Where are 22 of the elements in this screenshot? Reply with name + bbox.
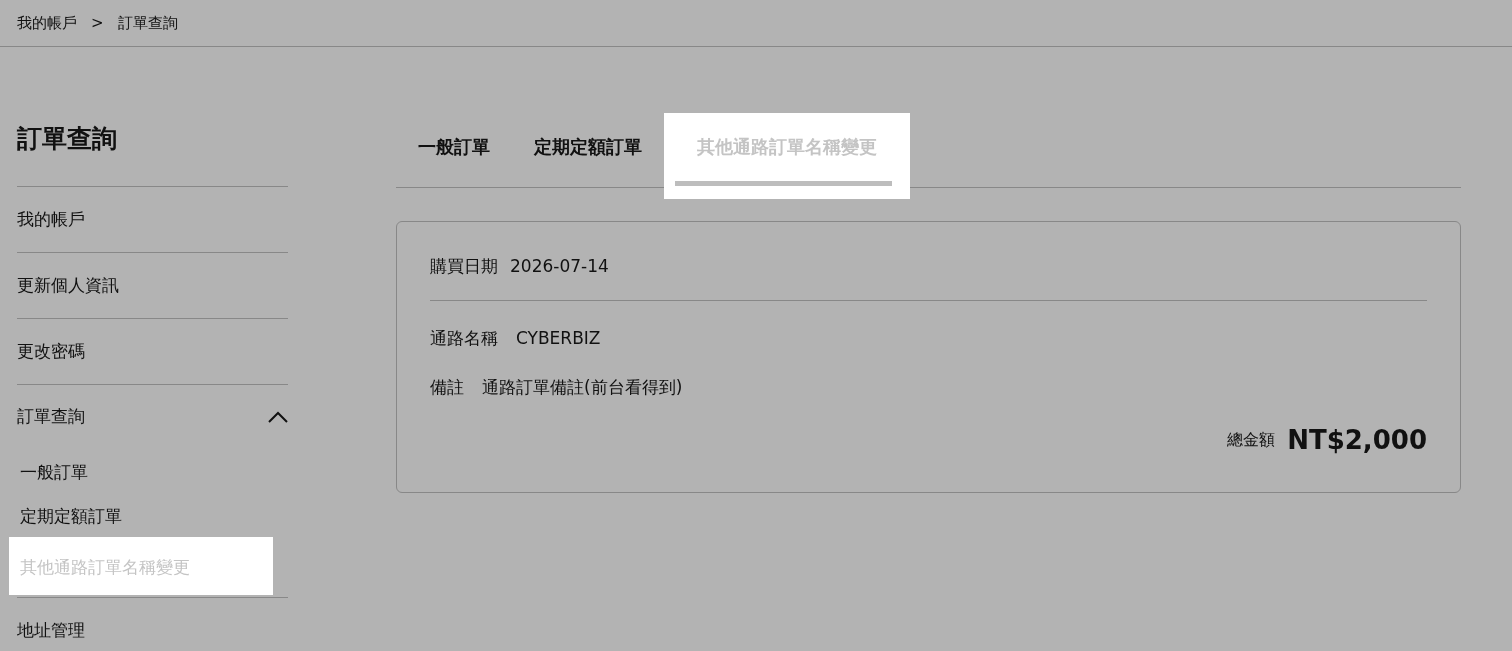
field-label: 通路名稱 <box>430 326 498 350</box>
sidebar-item[interactable]: 我的帳戶 <box>17 206 85 233</box>
sidebar-title: 訂單查詢 <box>17 110 288 187</box>
sidebar-subitem[interactable]: 一般訂單 <box>9 449 273 493</box>
field-value: 通路訂單備註(前台看得到) <box>482 376 683 399</box>
sidebar-subitem[interactable]: 定期定額訂單 <box>9 493 273 537</box>
field-value: 2026-07-14 <box>510 255 609 278</box>
field-value: CYBERBIZ <box>516 326 601 350</box>
field-label: 購買日期 <box>430 255 498 278</box>
total-amount: NT$2,000 <box>1287 423 1427 457</box>
sidebar-item[interactable]: 訂單查詢 <box>17 404 85 430</box>
breadcrumb-link[interactable]: 訂單查詢 <box>117 11 178 35</box>
sidebar-item[interactable]: 地址管理 <box>17 617 85 644</box>
tab[interactable]: 定期定額訂單 <box>512 113 664 187</box>
breadcrumb-link[interactable]: 我的帳戶 <box>17 11 77 35</box>
tab[interactable]: 一般訂單 <box>396 113 512 187</box>
sidebar-item[interactable]: 更改密碼 <box>17 338 85 365</box>
breadcrumb-separator: > <box>91 12 104 34</box>
field-label: 備註 <box>430 376 464 399</box>
chevron-up-icon[interactable] <box>268 411 288 423</box>
total-label: 總金額 <box>1227 429 1276 451</box>
sidebar-item[interactable]: 更新個人資訊 <box>17 272 119 299</box>
